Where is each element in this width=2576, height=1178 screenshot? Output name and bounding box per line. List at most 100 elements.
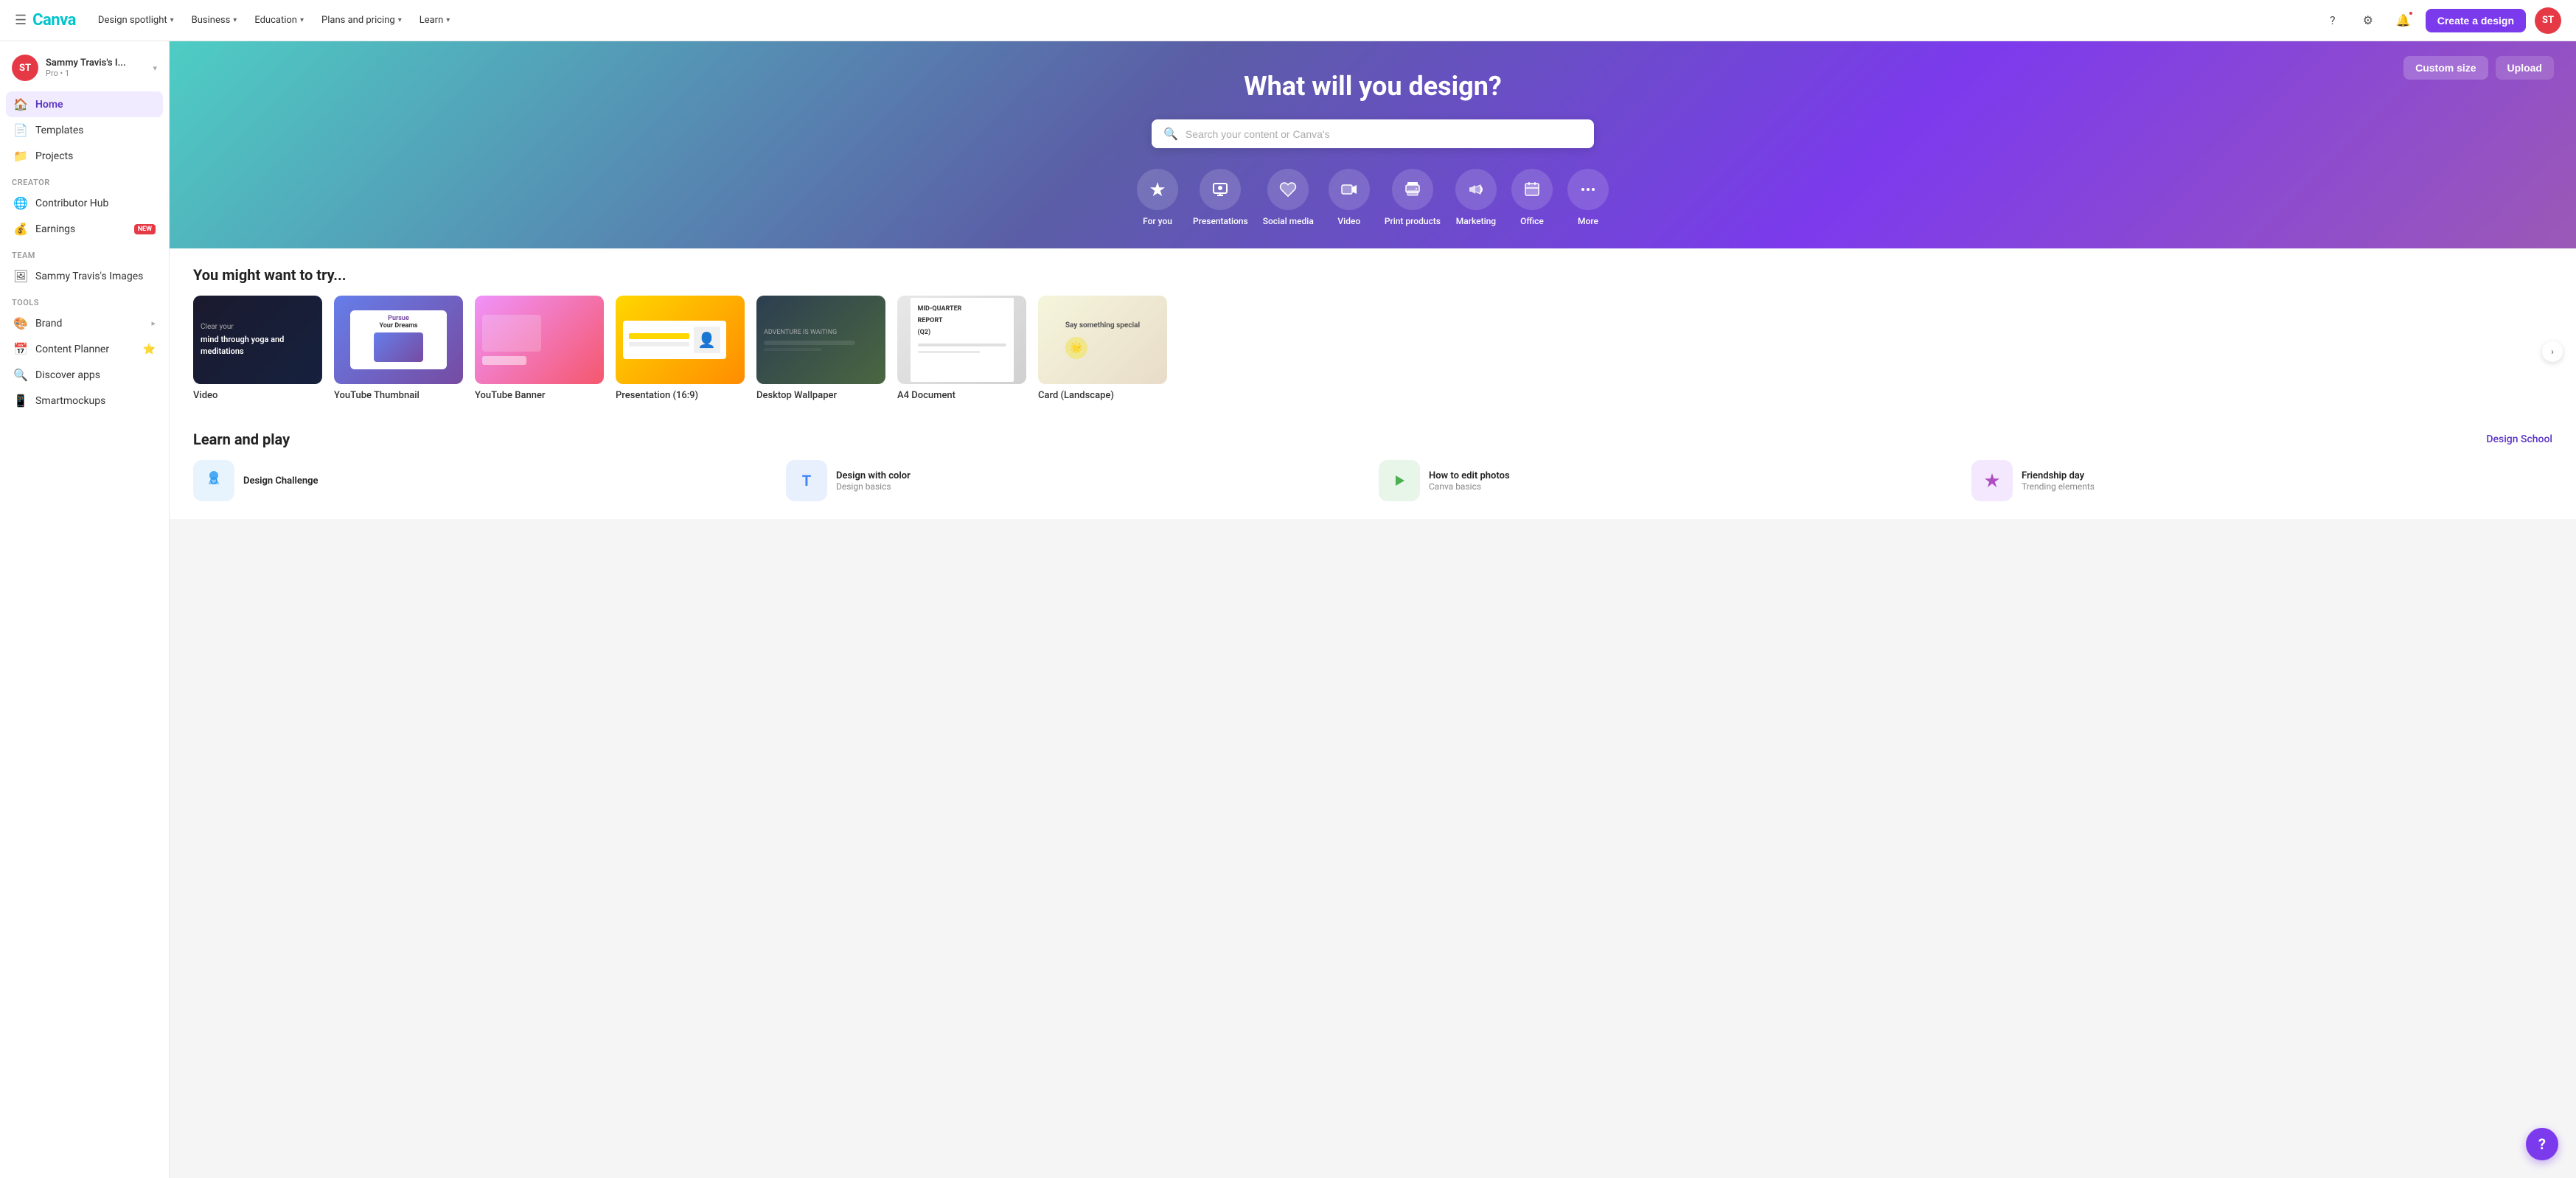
edit-photos-icon [1379, 460, 1420, 501]
quick-icon-video[interactable]: Video [1329, 169, 1370, 226]
design-card-label: YouTube Thumbnail [334, 390, 463, 401]
nav-link-education[interactable]: Education ▾ [247, 10, 311, 30]
try-cards-wrapper: Clear your mind through yoga and meditat… [193, 296, 2552, 407]
quick-icon-social-media[interactable]: Social media [1263, 169, 1314, 226]
team-nav: 🖼 Sammy Travis's Images [0, 263, 169, 289]
main-layout: ST Sammy Travis's I... Pro • 1 ▾ 🏠 Home … [0, 41, 2576, 1178]
quick-icon-label: Presentations [1193, 216, 1248, 226]
quick-icons-row: For you Presentations Social media [184, 169, 2561, 226]
design-card-a4[interactable]: MID-QUARTER REPORT (Q2) A4 Document [897, 296, 1026, 401]
help-button[interactable]: ? [2526, 1128, 2558, 1160]
notification-icon-button[interactable]: 🔔 [2390, 7, 2417, 34]
earnings-icon: 💰 [13, 222, 28, 236]
sidebar-item-contributor-hub[interactable]: 🌐 Contributor Hub [6, 190, 163, 216]
sidebar-item-templates[interactable]: 📄 Templates [6, 117, 163, 143]
quick-icon-for-you[interactable]: For you [1137, 169, 1178, 226]
learn-card-sub: Trending elements [2022, 481, 2095, 492]
sidebar-item-discover-apps[interactable]: 🔍 Discover apps [6, 362, 163, 388]
custom-size-button[interactable]: Custom size [2403, 56, 2488, 80]
sidebar-item-smartmockups[interactable]: 📱 Smartmockups [6, 388, 163, 414]
tools-section-title: Tools [0, 289, 169, 310]
design-card-card-landscape[interactable]: Say something special 🌟 Card (Landscape) [1038, 296, 1167, 401]
quick-icon-more[interactable]: More [1567, 169, 1609, 226]
sidebar-item-projects[interactable]: 📁 Projects [6, 143, 163, 169]
learn-card-design-challenge[interactable]: Design Challenge [193, 460, 774, 501]
nav-links: Design spotlight ▾ Business ▾ Education … [91, 10, 457, 30]
quick-icon-label: Marketing [1456, 216, 1496, 226]
nav-link-learn[interactable]: Learn ▾ [412, 10, 458, 30]
sidebar-item-content-planner[interactable]: 📅 Content Planner ⭐ [6, 336, 163, 362]
search-icon: 🔍 [1163, 127, 1178, 141]
design-card-label: Presentation (16:9) [616, 390, 745, 401]
hamburger-icon[interactable]: ☰ [15, 13, 27, 28]
sidebar-item-earnings[interactable]: 💰 Earnings NEW [6, 216, 163, 242]
next-arrow-button[interactable]: › [2542, 341, 2563, 362]
design-card-label: Video [193, 390, 322, 401]
design-card-video[interactable]: Clear your mind through yoga and meditat… [193, 296, 322, 401]
learn-card-title: Friendship day [2022, 470, 2095, 481]
learn-section-header: Learn and play Design School [193, 431, 2552, 448]
friendship-day-icon [1971, 460, 2013, 501]
design-school-link[interactable]: Design School [2486, 433, 2552, 445]
settings-icon-button[interactable]: ⚙ [2355, 7, 2381, 34]
hero-search-bar[interactable]: 🔍 [1152, 119, 1594, 148]
quick-icon-label: Video [1337, 216, 1360, 226]
learn-section: Learn and play Design School Design Chal… [193, 431, 2552, 501]
quick-icon-label: For you [1143, 216, 1172, 226]
sidebar-account[interactable]: ST Sammy Travis's I... Pro • 1 ▾ [0, 47, 169, 91]
templates-icon: 📄 [13, 123, 28, 137]
sidebar-item-home[interactable]: 🏠 Home [6, 91, 163, 117]
learn-card-friendship-day[interactable]: Friendship day Trending elements [1971, 460, 2552, 501]
sidebar-account-name: Sammy Travis's I... [46, 57, 145, 69]
content-area: Custom size Upload What will you design?… [170, 41, 2576, 1178]
projects-icon: 📁 [13, 149, 28, 163]
nav-link-business[interactable]: Business ▾ [184, 10, 245, 30]
sidebar: ST Sammy Travis's I... Pro • 1 ▾ 🏠 Home … [0, 41, 170, 1178]
learn-grid: Design Challenge T Design with color Des… [193, 460, 2552, 501]
nav-logo-group: ☰ Canva [15, 11, 76, 29]
learn-card-design-color[interactable]: T Design with color Design basics [786, 460, 1367, 501]
design-card-label: YouTube Banner [475, 390, 604, 401]
nav-link-design-spotlight[interactable]: Design spotlight ▾ [91, 10, 181, 30]
learn-card-edit-photos[interactable]: How to edit photos Canva basics [1379, 460, 1960, 501]
sidebar-item-brand[interactable]: 🎨 Brand ▸ [6, 310, 163, 336]
sidebar-nav: 🏠 Home 📄 Templates 📁 Projects [0, 91, 169, 169]
quick-icon-presentations[interactable]: Presentations [1193, 169, 1248, 226]
design-card-yt-thumbnail[interactable]: Pursue Your Dreams YouTube Thumbnail [334, 296, 463, 401]
create-design-button[interactable]: Create a design [2426, 9, 2526, 32]
learn-card-title: Design with color [836, 470, 911, 481]
brand-icon: 🎨 [13, 316, 28, 330]
top-nav: ☰ Canva Design spotlight ▾ Business ▾ Ed… [0, 0, 2576, 41]
design-card-wallpaper[interactable]: ADVENTURE IS WAITING Desktop Wallpaper [756, 296, 885, 401]
hero-section: Custom size Upload What will you design?… [170, 41, 2576, 248]
try-card-grid: Clear your mind through yoga and meditat… [193, 296, 2552, 407]
design-color-icon: T [786, 460, 827, 501]
help-icon-button[interactable]: ? [2319, 7, 2346, 34]
try-section: You might want to try... Clear your mind… [193, 266, 2552, 407]
main-content: You might want to try... Clear your mind… [170, 248, 2576, 519]
quick-icon-label: Print products [1385, 216, 1441, 226]
chevron-down-icon: ▾ [170, 16, 174, 24]
canva-logo[interactable]: Canva [32, 11, 76, 29]
expand-icon: ▸ [151, 318, 156, 328]
nav-link-plans[interactable]: Plans and pricing ▾ [314, 10, 409, 30]
tools-nav: 🎨 Brand ▸ 📅 Content Planner ⭐ 🔍 Discover… [0, 310, 169, 414]
design-card-yt-banner[interactable]: YouTube Banner [475, 296, 604, 401]
contributor-hub-icon: 🌐 [13, 196, 28, 210]
quick-icon-marketing[interactable]: Marketing [1455, 169, 1497, 226]
content-planner-icon: 📅 [13, 342, 28, 356]
sidebar-account-sub: Pro • 1 [46, 69, 145, 78]
user-avatar[interactable]: ST [2535, 7, 2561, 34]
quick-icon-office[interactable]: Office [1511, 169, 1553, 226]
try-section-title: You might want to try... [193, 266, 2552, 284]
design-challenge-icon [193, 460, 234, 501]
discover-apps-icon: 🔍 [13, 368, 28, 382]
learn-section-title: Learn and play [193, 431, 290, 448]
design-card-presentation[interactable]: 👤 Presentation (16:9) [616, 296, 745, 401]
upload-button[interactable]: Upload [2496, 56, 2554, 80]
search-input[interactable] [1186, 128, 1582, 140]
home-icon: 🏠 [13, 97, 28, 111]
sidebar-item-team-images[interactable]: 🖼 Sammy Travis's Images [6, 263, 163, 289]
new-badge: NEW [134, 224, 156, 234]
quick-icon-print-products[interactable]: Print products [1385, 169, 1441, 226]
